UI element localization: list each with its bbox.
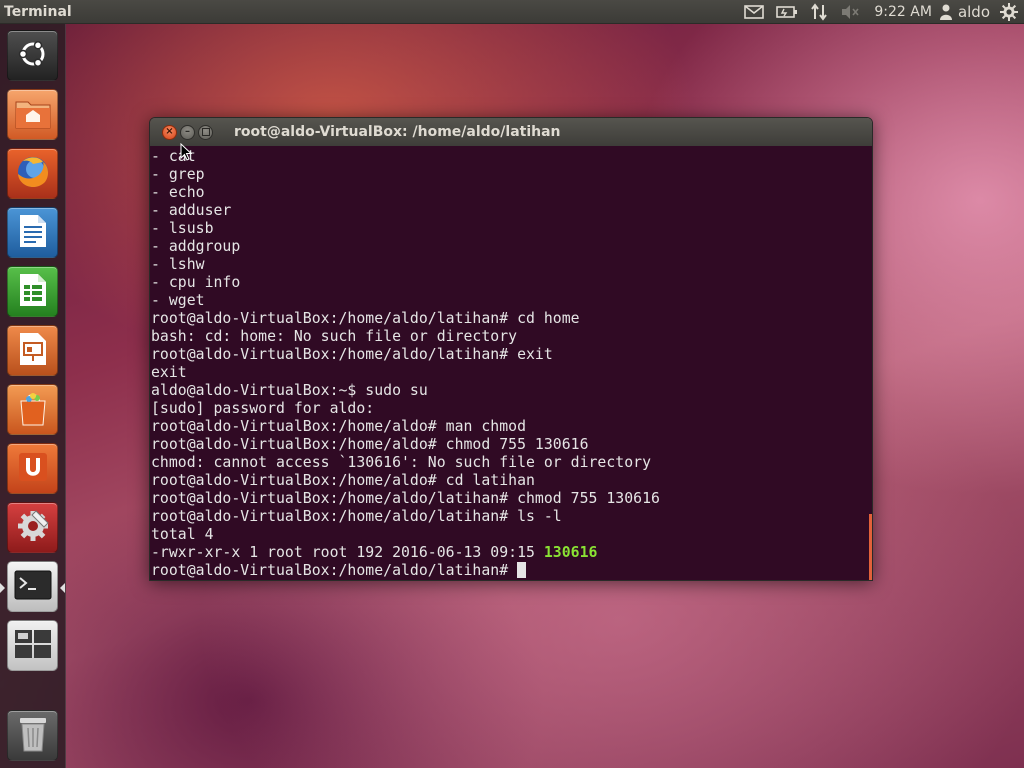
impress-icon (18, 331, 48, 371)
launcher-libreoffice-impress[interactable] (7, 325, 58, 376)
indicator-area: 9:22 AM aldo (738, 0, 1024, 24)
focus-indicator (60, 583, 65, 593)
running-indicator (0, 583, 5, 593)
window-title: root@aldo-VirtualBox: /home/aldo/latihan (234, 124, 561, 140)
close-icon: × (165, 126, 174, 137)
text-cursor (517, 562, 527, 578)
maximize-button[interactable] (198, 124, 213, 140)
writer-icon (18, 213, 48, 253)
firefox-icon (13, 152, 53, 196)
launcher-workspace-switcher[interactable] (7, 620, 58, 671)
terminal-output[interactable]: - cat - grep - echo - adduser - lsusb - addgr… (150, 146, 872, 580)
mouse-pointer-icon (180, 142, 193, 165)
terminal-line: root@aldo-VirtualBox:/home/aldo# man chm… (151, 418, 526, 435)
terminal-line: - adduser (151, 202, 232, 219)
terminal-line: - addgroup (151, 238, 241, 255)
calc-icon (18, 272, 48, 312)
ls-output-line: -rwxr-xr-x 1 root root 192 2016-06-13 09… (151, 544, 598, 561)
user-name[interactable]: aldo (954, 3, 996, 21)
terminal-line: exit (151, 364, 187, 381)
terminal-line: root@aldo-VirtualBox:/home/aldo# cd lati… (151, 472, 535, 489)
active-app-title: Terminal (4, 3, 72, 20)
close-button[interactable]: × (162, 124, 177, 140)
executable-file: 130616 (543, 544, 598, 561)
home-folder-icon (14, 96, 52, 134)
terminal-line: root@aldo-VirtualBox:/home/aldo/latihan#… (151, 346, 553, 363)
launcher-ubuntu-one[interactable] (7, 443, 58, 494)
scroll-indicator[interactable] (869, 514, 872, 580)
launcher-dash-home[interactable] (7, 30, 58, 81)
terminal-line: - wget (151, 292, 205, 309)
terminal-line: - lsusb (151, 220, 214, 237)
launcher (0, 24, 66, 768)
minimize-icon: – (185, 126, 190, 137)
terminal-line: bash: cd: home: No such file or director… (151, 328, 518, 345)
network-icon[interactable] (804, 0, 834, 24)
launcher-firefox[interactable] (7, 148, 58, 199)
terminal-line: - grep (151, 166, 205, 183)
terminal-line: chmod: cannot access `130616': No such f… (151, 454, 651, 471)
maximize-icon (201, 128, 210, 136)
launcher-software-center[interactable] (7, 384, 58, 435)
launcher-terminal[interactable] (7, 561, 58, 612)
volume-muted-icon[interactable] (834, 0, 866, 24)
launcher-home-folder[interactable] (7, 89, 58, 140)
settings-icon (14, 507, 52, 549)
launcher-trash[interactable] (7, 710, 58, 761)
user-icon[interactable] (938, 0, 954, 24)
terminal-line: total 4 (151, 526, 214, 543)
ubuntu-one-icon (16, 450, 50, 488)
terminal-line: [sudo] password for aldo: (151, 400, 375, 417)
clock[interactable]: 9:22 AM (866, 4, 938, 20)
trash-icon (18, 715, 48, 757)
terminal-line: - cat (151, 148, 196, 165)
launcher-system-settings[interactable] (7, 502, 58, 553)
terminal-line: - cpu info (151, 274, 241, 291)
terminal-icon (14, 570, 52, 604)
software-center-icon (15, 389, 51, 431)
minimize-button[interactable]: – (180, 124, 195, 140)
launcher-libreoffice-calc[interactable] (7, 266, 58, 317)
battery-icon[interactable] (770, 0, 804, 24)
ubuntu-logo-icon (17, 38, 49, 74)
terminal-line: aldo@aldo-VirtualBox:~$ sudo su (151, 382, 428, 399)
terminal-line: root@aldo-VirtualBox:/home/aldo/latihan#… (151, 310, 580, 327)
terminal-line: root@aldo-VirtualBox:/home/aldo/latihan#… (151, 508, 562, 525)
window-titlebar[interactable]: × – root@aldo-VirtualBox: /home/aldo/lat… (150, 118, 872, 146)
terminal-line: - lshw (151, 256, 205, 273)
terminal-line: root@aldo-VirtualBox:/home/aldo# chmod 7… (151, 436, 589, 453)
top-panel: Terminal 9:22 AM aldo (0, 0, 1024, 24)
mail-icon[interactable] (738, 0, 770, 24)
terminal-line: - echo (151, 184, 205, 201)
terminal-window[interactable]: × – root@aldo-VirtualBox: /home/aldo/lat… (149, 117, 873, 581)
launcher-libreoffice-writer[interactable] (7, 207, 58, 258)
workspaces-icon (14, 629, 52, 663)
terminal-line: root@aldo-VirtualBox:/home/aldo/latihan#… (151, 490, 660, 507)
command-prompt[interactable]: root@aldo-VirtualBox:/home/aldo/latihan# (151, 562, 872, 580)
gear-icon[interactable] (996, 0, 1024, 24)
